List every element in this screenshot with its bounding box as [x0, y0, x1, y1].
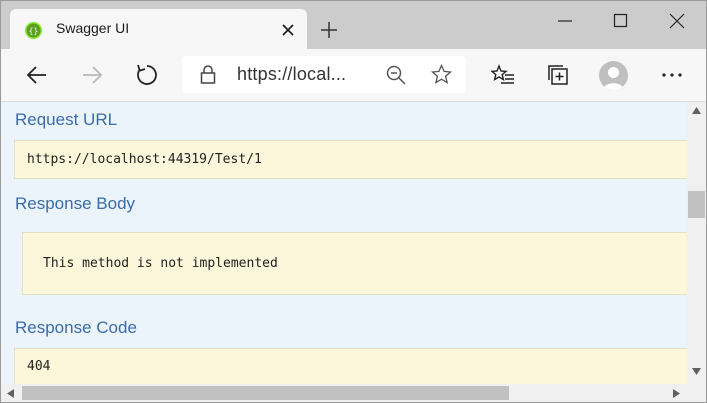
- tab-title: Swagger UI: [56, 20, 130, 36]
- response-code-box: 404: [14, 348, 687, 384]
- scrollbar-corner: [687, 384, 706, 402]
- browser-tab[interactable]: {} Swagger UI: [10, 9, 307, 49]
- browser-window: {} Swagger UI https://local... Request U…: [0, 0, 707, 403]
- swagger-favicon-icon: {}: [25, 22, 42, 39]
- close-window-icon[interactable]: [669, 13, 685, 29]
- title-bar: {} Swagger UI: [1, 1, 706, 49]
- response-body-heading: Response Body: [15, 194, 136, 213]
- more-menu-icon[interactable]: [660, 63, 684, 87]
- collections-icon[interactable]: [546, 63, 570, 87]
- scroll-up-icon[interactable]: [692, 107, 701, 114]
- profile-avatar[interactable]: [599, 61, 628, 90]
- response-body-box: This method is not implemented: [22, 232, 687, 295]
- new-tab-icon[interactable]: [320, 21, 338, 39]
- scroll-right-icon[interactable]: [673, 389, 680, 398]
- page-content: Request URL https://localhost:44319/Test…: [1, 102, 687, 384]
- zoom-out-icon[interactable]: [386, 65, 406, 85]
- tab-close-icon[interactable]: [281, 23, 295, 37]
- forward-button-icon[interactable]: [80, 63, 104, 87]
- response-code-value[interactable]: 404: [27, 359, 50, 374]
- response-body-value[interactable]: This method is not implemented: [43, 256, 278, 271]
- address-text[interactable]: https://local...: [237, 64, 346, 85]
- svg-text:{}: {}: [29, 27, 39, 36]
- scroll-down-icon[interactable]: [692, 368, 701, 375]
- favorite-star-icon[interactable]: [431, 64, 452, 85]
- request-url-heading: Request URL: [15, 110, 118, 129]
- request-url-value[interactable]: https://localhost:44319/Test/1: [27, 152, 262, 167]
- vertical-scrollbar[interactable]: [687, 102, 706, 384]
- person-icon: [603, 67, 624, 90]
- response-code-heading: Response Code: [15, 318, 137, 337]
- horizontal-scrollbar[interactable]: [1, 384, 687, 402]
- favorites-list-icon[interactable]: [491, 63, 515, 87]
- refresh-button-icon[interactable]: [135, 63, 159, 87]
- address-bar[interactable]: https://local...: [182, 56, 466, 93]
- browser-toolbar: https://local...: [1, 49, 706, 102]
- lock-icon[interactable]: [200, 65, 216, 84]
- back-button-icon[interactable]: [25, 63, 49, 87]
- maximize-icon[interactable]: [613, 13, 629, 29]
- vertical-scroll-thumb[interactable]: [688, 191, 705, 218]
- request-url-box: https://localhost:44319/Test/1: [14, 140, 687, 179]
- scroll-left-icon[interactable]: [7, 389, 14, 398]
- horizontal-scroll-thumb[interactable]: [22, 386, 509, 400]
- minimize-icon[interactable]: [557, 13, 573, 29]
